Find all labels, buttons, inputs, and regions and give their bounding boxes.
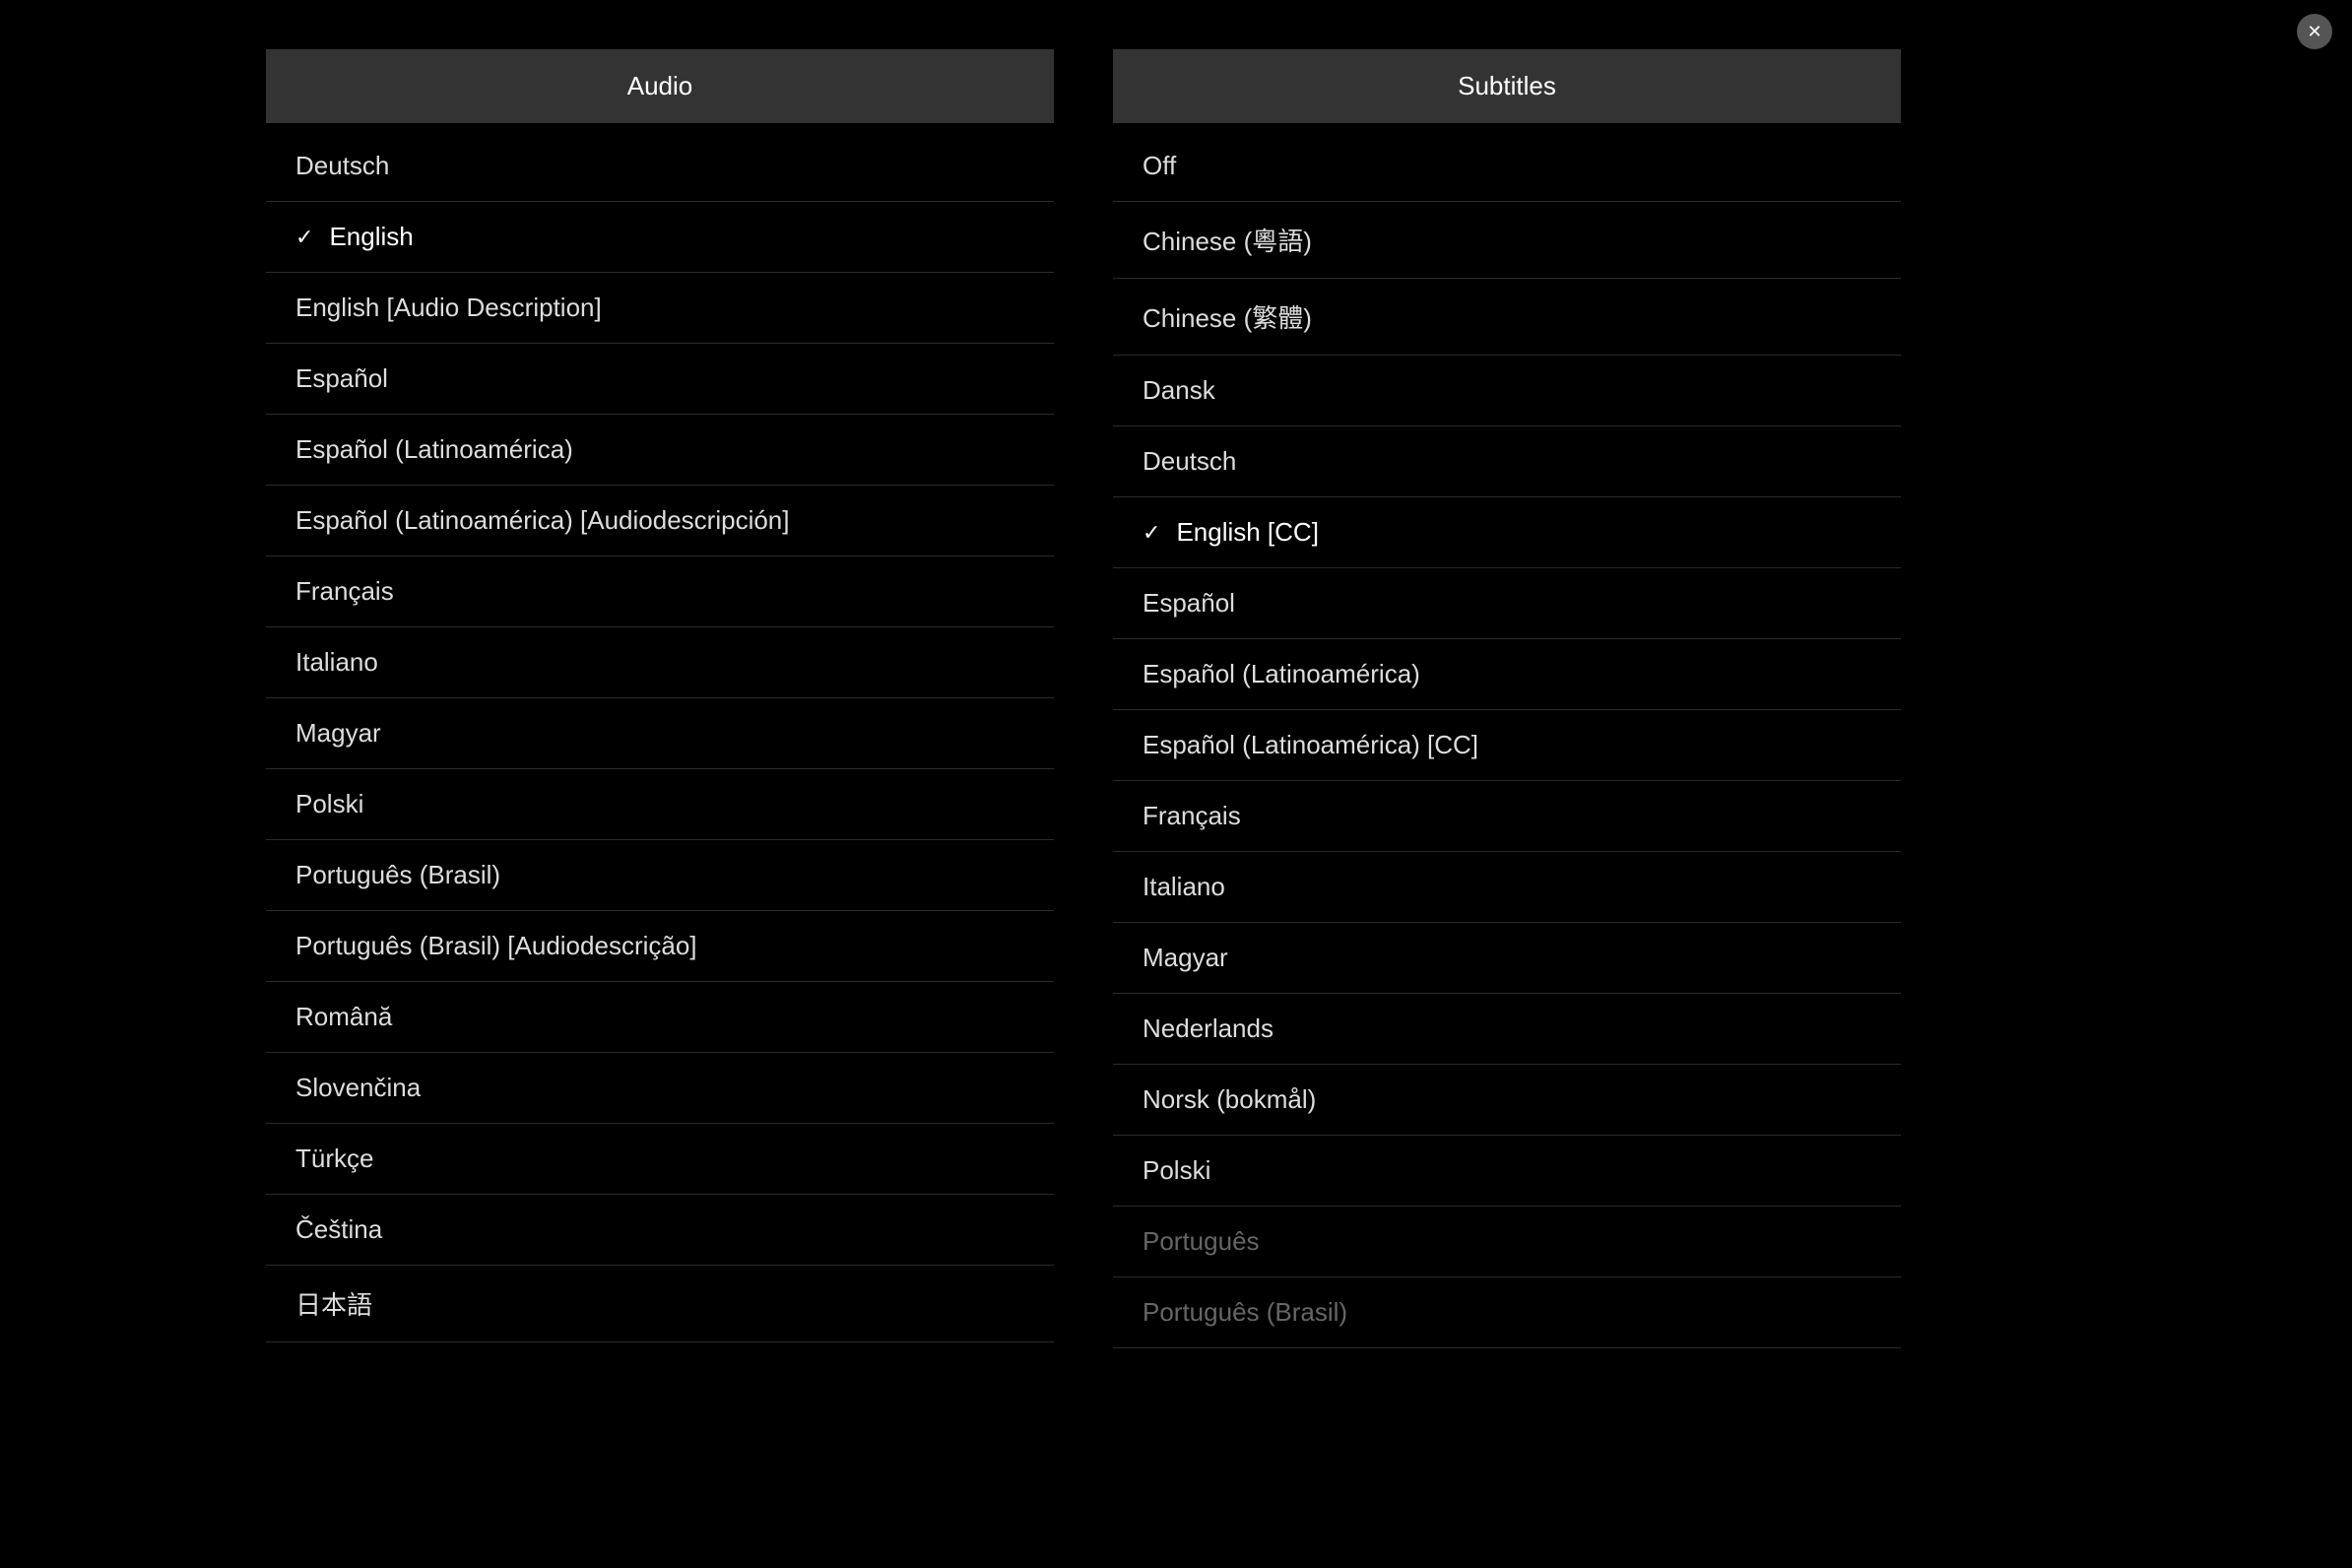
subtitles-item-label: English [CC] bbox=[1176, 517, 1319, 548]
audio-list-item[interactable]: ✓Italiano bbox=[266, 627, 1054, 698]
audio-list-item[interactable]: ✓Español (Latinoamérica) bbox=[266, 415, 1054, 486]
audio-item-label: Español bbox=[295, 363, 388, 394]
subtitles-item-label: Português bbox=[1143, 1226, 1260, 1257]
audio-list-item[interactable]: ✓Română bbox=[266, 982, 1054, 1053]
panel-separator bbox=[1054, 49, 1113, 1519]
audio-list-item[interactable]: ✓Slovenčina bbox=[266, 1053, 1054, 1124]
subtitles-item-label: Deutsch bbox=[1143, 446, 1236, 477]
audio-list-item[interactable]: ✓Español bbox=[266, 344, 1054, 415]
subtitles-list-item[interactable]: ✓Español bbox=[1113, 568, 1901, 639]
audio-item-label: Slovenčina bbox=[295, 1073, 421, 1103]
audio-item-label: Português (Brasil) bbox=[295, 860, 500, 890]
subtitles-list-item[interactable]: ✓Magyar bbox=[1113, 923, 1901, 994]
subtitles-panel: Subtitles ✓Off✓Chinese (粵語)✓Chinese (繁體)… bbox=[1113, 49, 1901, 1519]
audio-item-label: Türkçe bbox=[295, 1143, 373, 1174]
audio-list-item[interactable]: ✓Polski bbox=[266, 769, 1054, 840]
subtitles-item-label: Nederlands bbox=[1143, 1013, 1274, 1044]
subtitles-list-item[interactable]: ✓Français bbox=[1113, 781, 1901, 852]
subtitles-list-item[interactable]: ✓Norsk (bokmål) bbox=[1113, 1065, 1901, 1136]
subtitles-item-label: Norsk (bokmål) bbox=[1143, 1084, 1316, 1115]
audio-list: ✓Deutsch ✓ English ✓English [Audio Descript… bbox=[266, 131, 1054, 1342]
subtitles-item-label: Chinese (繁體) bbox=[1143, 298, 1312, 335]
close-icon: ✕ bbox=[2307, 22, 2321, 42]
audio-list-item[interactable]: ✓日本語 bbox=[266, 1266, 1054, 1342]
subtitles-list-item[interactable]: ✓Polski bbox=[1113, 1136, 1901, 1207]
subtitles-item-label: Off bbox=[1143, 151, 1176, 181]
audio-item-label: Română bbox=[295, 1002, 392, 1032]
audio-item-label: Español (Latinoamérica) bbox=[295, 434, 573, 465]
audio-item-label: Čeština bbox=[295, 1214, 382, 1245]
audio-list-item[interactable]: ✓Deutsch bbox=[266, 131, 1054, 202]
audio-panel-header: Audio bbox=[266, 49, 1054, 123]
subtitles-list-item[interactable]: ✓Español (Latinoamérica) [CC] bbox=[1113, 710, 1901, 781]
subtitles-item-label: Español bbox=[1143, 588, 1235, 619]
subtitles-list: ✓Off✓Chinese (粵語)✓Chinese (繁體)✓Dansk✓Deu… bbox=[1113, 131, 1901, 1348]
audio-panel: Audio ✓Deutsch ✓ English ✓English [Audio De… bbox=[266, 49, 1054, 1519]
subtitles-item-label: Polski bbox=[1143, 1155, 1210, 1186]
subtitles-list-item[interactable]: ✓Italiano bbox=[1113, 852, 1901, 923]
main-container: Audio ✓Deutsch✓English✓English [Audio De… bbox=[0, 0, 2352, 1568]
subtitles-item-label: Magyar bbox=[1143, 943, 1228, 973]
subtitles-item-label: Español (Latinoamérica) [CC] bbox=[1143, 730, 1478, 760]
audio-item-label: Español (Latinoamérica) [Audiodescripció… bbox=[295, 505, 790, 536]
audio-list-item[interactable]: ✓ English bbox=[266, 202, 1054, 273]
audio-item-label: Italiano bbox=[295, 647, 378, 678]
audio-item-label: Polski bbox=[295, 789, 363, 819]
check-icon: ✓ bbox=[295, 225, 313, 250]
subtitles-item-label: Chinese (粵語) bbox=[1143, 222, 1312, 258]
close-button[interactable]: ✕ bbox=[2297, 14, 2332, 49]
subtitles-item-label: Dansk bbox=[1143, 375, 1215, 406]
audio-item-label: Português (Brasil) [Audiodescrição] bbox=[295, 931, 697, 961]
audio-list-item[interactable]: ✓Čeština bbox=[266, 1195, 1054, 1266]
audio-list-item[interactable]: ✓Español (Latinoamérica) [Audiodescripci… bbox=[266, 486, 1054, 556]
subtitles-list-item[interactable]: ✓Nederlands bbox=[1113, 994, 1901, 1065]
audio-item-label: Français bbox=[295, 576, 394, 607]
subtitles-list-item[interactable]: ✓Português bbox=[1113, 1207, 1901, 1277]
subtitles-item-label: Italiano bbox=[1143, 872, 1225, 902]
subtitles-list-item[interactable]: ✓Deutsch bbox=[1113, 426, 1901, 497]
audio-item-label: Magyar bbox=[295, 718, 381, 749]
audio-list-item[interactable]: ✓Português (Brasil) bbox=[266, 840, 1054, 911]
audio-item-label: Deutsch bbox=[295, 151, 389, 181]
subtitles-list-item[interactable]: ✓Chinese (繁體) bbox=[1113, 279, 1901, 356]
audio-list-item[interactable]: ✓English [Audio Description] bbox=[266, 273, 1054, 344]
subtitles-list-item[interactable]: ✓Off bbox=[1113, 131, 1901, 202]
subtitles-panel-header: Subtitles bbox=[1113, 49, 1901, 123]
subtitles-list-item[interactable]: ✓Português (Brasil) bbox=[1113, 1277, 1901, 1348]
subtitles-list-item[interactable]: ✓Dansk bbox=[1113, 356, 1901, 426]
subtitles-item-label: Português (Brasil) bbox=[1143, 1297, 1347, 1328]
audio-item-label: English bbox=[329, 222, 413, 252]
audio-item-label: 日本語 bbox=[295, 1285, 372, 1322]
check-icon: ✓ bbox=[1143, 520, 1160, 546]
audio-list-item[interactable]: ✓Magyar bbox=[266, 698, 1054, 769]
audio-list-item[interactable]: ✓Türkçe bbox=[266, 1124, 1054, 1195]
subtitles-item-label: Français bbox=[1143, 801, 1241, 831]
subtitles-list-item[interactable]: ✓Español (Latinoamérica) bbox=[1113, 639, 1901, 710]
audio-item-label: English [Audio Description] bbox=[295, 293, 602, 323]
subtitles-list-item[interactable]: ✓ English [CC] bbox=[1113, 497, 1901, 568]
audio-list-item[interactable]: ✓Português (Brasil) [Audiodescrição] bbox=[266, 911, 1054, 982]
audio-list-item[interactable]: ✓Français bbox=[266, 556, 1054, 627]
subtitles-list-item[interactable]: ✓Chinese (粵語) bbox=[1113, 202, 1901, 279]
subtitles-item-label: Español (Latinoamérica) bbox=[1143, 659, 1420, 689]
